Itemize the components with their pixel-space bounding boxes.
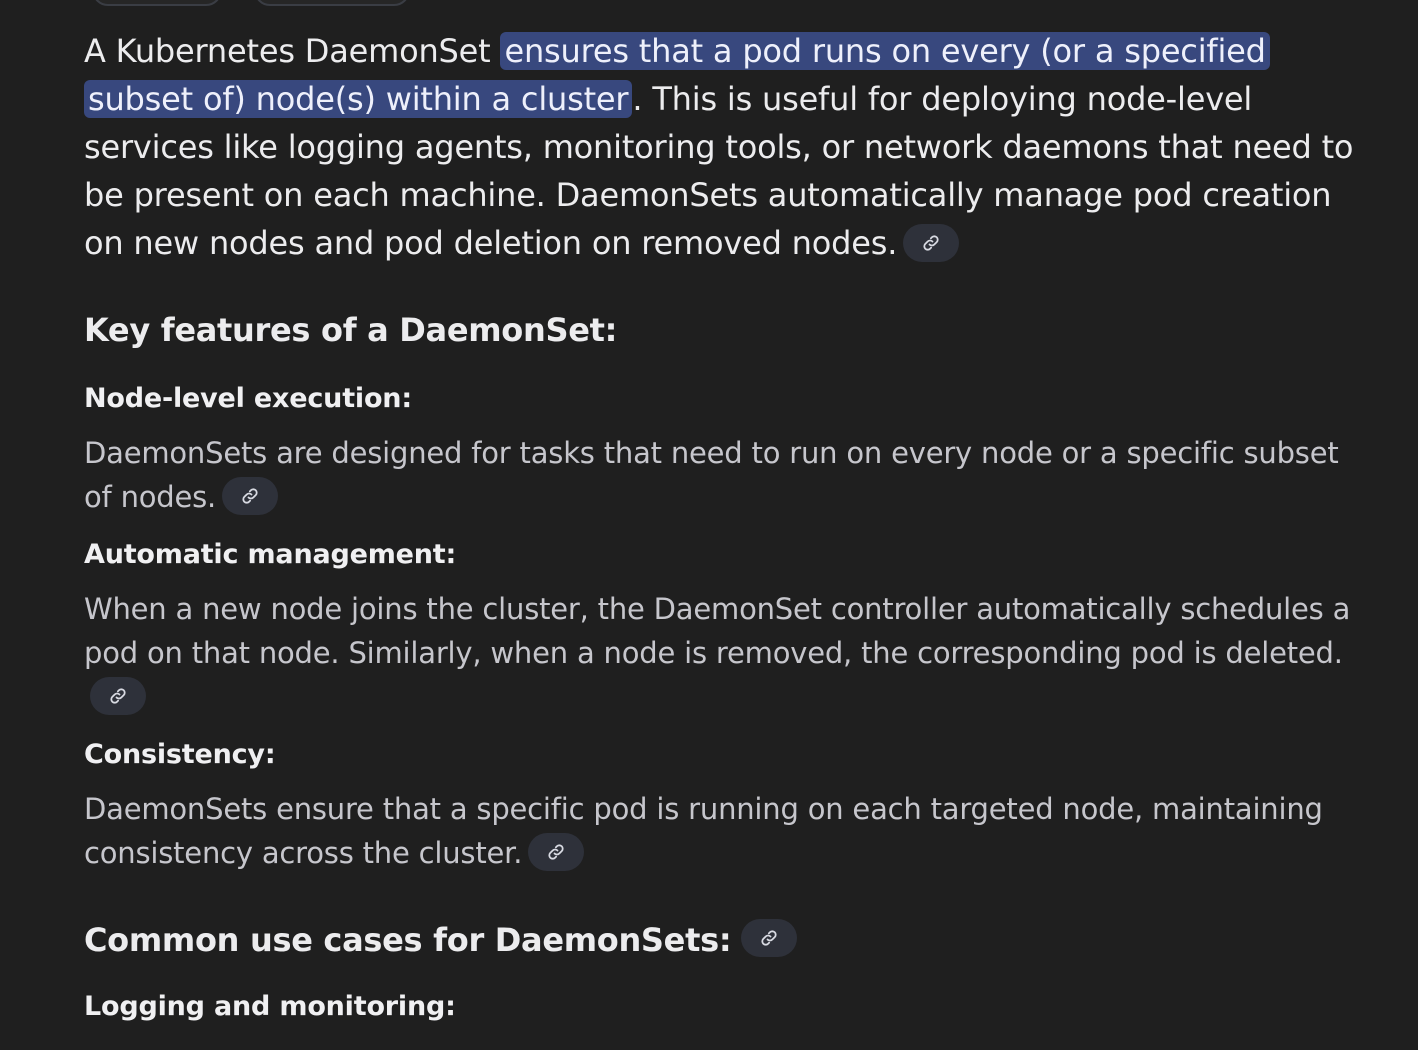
feature-body-text: DaemonSets ensure that a specific pod is… — [84, 792, 1323, 870]
source-link-button[interactable] — [222, 477, 279, 515]
link-icon — [761, 930, 777, 946]
feature-body: DaemonSets ensure that a specific pod is… — [84, 787, 1374, 875]
feature-title: Node-level execution: — [84, 383, 412, 414]
use-cases-heading-text: Common use cases for DaemonSets: — [84, 921, 732, 959]
link-icon — [242, 488, 258, 504]
source-link-button[interactable] — [741, 919, 798, 957]
source-link-button[interactable] — [528, 833, 585, 871]
link-icon — [548, 844, 564, 860]
feature-title: Automatic management: — [84, 539, 457, 570]
feature-body: DaemonSets are designed for tasks that n… — [84, 431, 1374, 519]
key-features-heading: Key features of a DaemonSet: — [84, 311, 618, 349]
source-link-button[interactable] — [90, 677, 146, 715]
feature-body-text: When a new node joins the cluster, the D… — [84, 592, 1351, 670]
feature-body: When a new node joins the cluster, the D… — [84, 587, 1374, 719]
link-icon — [110, 688, 126, 704]
use-case-title: Logging and monitoring: — [84, 991, 456, 1022]
feature-title: Consistency: — [84, 739, 276, 770]
sections: Key features of a DaemonSet: Node-level … — [84, 0, 1374, 1050]
use-cases-heading: Common use cases for DaemonSets: — [84, 919, 798, 959]
